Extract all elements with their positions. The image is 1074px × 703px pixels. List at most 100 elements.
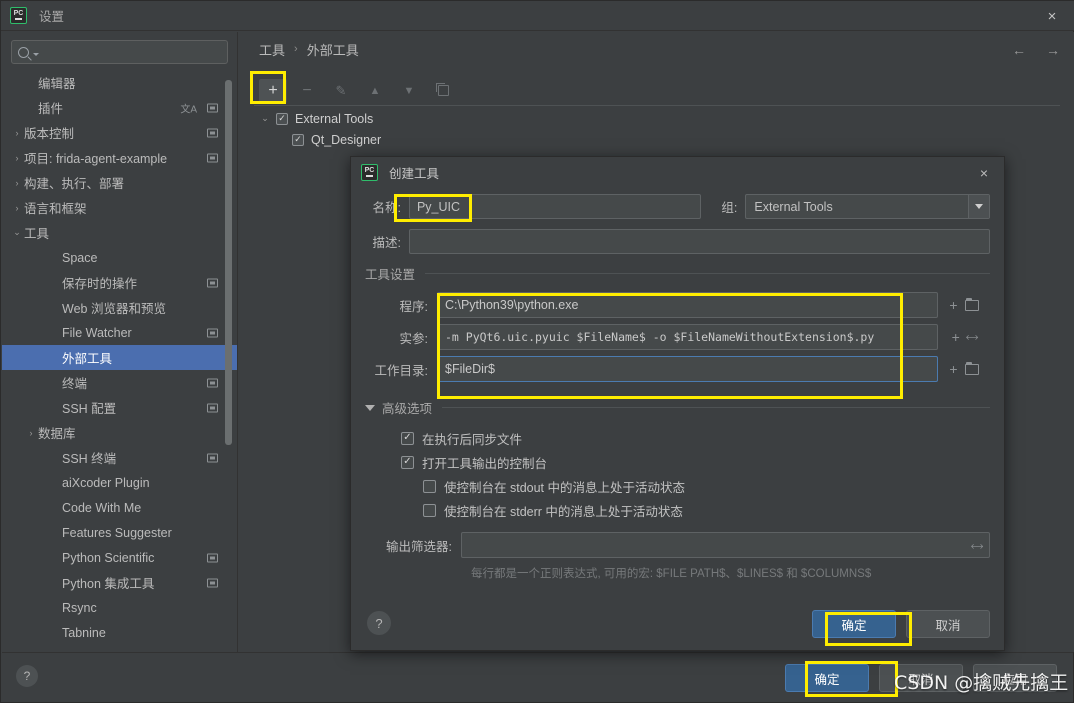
expand-icon[interactable]: ⤢ xyxy=(963,328,981,345)
tools-group-checkbox[interactable]: ✓ xyxy=(276,112,288,125)
description-input[interactable] xyxy=(409,229,990,254)
tool-item-checkbox[interactable]: ✓ xyxy=(292,133,304,146)
copy-settings-icon[interactable] xyxy=(207,403,218,412)
triangle-down-icon[interactable] xyxy=(365,404,375,411)
group-select[interactable]: External Tools xyxy=(745,194,990,219)
sidebar-item-label: 外部工具 xyxy=(62,352,113,366)
program-actions: + xyxy=(938,297,990,313)
sidebar-item-18[interactable]: Features Suggester xyxy=(2,520,237,545)
program-input[interactable]: C:\Python39\python.exe xyxy=(437,292,938,318)
tools-group-row[interactable]: ⌄ ✓ External Tools xyxy=(254,108,1060,129)
sidebar-item-3[interactable]: › 项目: frida-agent-example xyxy=(2,145,237,170)
description-label: 描述: xyxy=(372,236,401,250)
breadcrumb-current: 外部工具 xyxy=(306,42,359,58)
copy-settings-icon[interactable] xyxy=(207,453,218,462)
output-filter-input[interactable]: ⤢ xyxy=(461,532,990,558)
tools-child-row[interactable]: ✓ Qt_Designer xyxy=(254,129,1060,150)
checkbox[interactable]: ✓ xyxy=(423,503,436,517)
sidebar-item-15[interactable]: SSH 终端 xyxy=(2,445,237,470)
description-row: 描述: xyxy=(365,229,990,254)
advanced-legend[interactable]: 高级选项 xyxy=(365,398,990,417)
expand-icon[interactable]: ⤢ xyxy=(968,538,986,555)
sidebar-item-12[interactable]: 终端 xyxy=(2,370,237,395)
chevron-right-icon[interactable]: › xyxy=(10,128,24,138)
advanced-option-2[interactable]: ✓ 使控制台在 stdout 中的消息上处于活动状态 xyxy=(401,474,990,498)
sidebar-item-9[interactable]: Web 浏览器和预览 xyxy=(2,295,237,320)
copy-settings-icon[interactable] xyxy=(207,103,218,112)
sidebar-item-14[interactable]: › 数据库 xyxy=(2,420,237,445)
group-label: 组: xyxy=(721,201,738,215)
copy-settings-icon[interactable] xyxy=(207,153,218,162)
chevron-right-icon[interactable]: › xyxy=(10,203,24,213)
workdir-label: 工作目录: xyxy=(374,363,428,378)
move-down-button[interactable]: ▼ xyxy=(395,79,423,103)
dialog-ok-button[interactable]: 确定 xyxy=(812,610,896,638)
search-input[interactable] xyxy=(11,40,228,64)
copy-settings-icon[interactable] xyxy=(207,553,218,562)
sidebar-item-17[interactable]: Code With Me xyxy=(2,495,237,520)
add-tool-button[interactable]: + xyxy=(259,78,287,103)
breadcrumb-separator: › xyxy=(294,43,298,55)
chevron-down-icon[interactable]: ⌄ xyxy=(10,227,24,238)
chevron-right-icon[interactable]: › xyxy=(10,153,24,163)
sidebar-item-13[interactable]: SSH 配置 xyxy=(2,395,237,420)
sidebar-item-22[interactable]: Tabnine xyxy=(2,620,237,642)
insert-macro-icon[interactable]: + xyxy=(949,361,957,377)
sidebar-item-6[interactable]: ⌄ 工具 xyxy=(2,220,237,245)
copy-settings-icon[interactable] xyxy=(207,278,218,287)
sidebar-item-10[interactable]: File Watcher xyxy=(2,320,237,345)
copy-settings-icon[interactable] xyxy=(207,378,218,387)
sidebar-item-5[interactable]: › 语言和框架 xyxy=(2,195,237,220)
dialog-footer: ? 确定 取消 xyxy=(351,598,1004,650)
folder-icon[interactable] xyxy=(964,297,979,311)
sidebar-item-0[interactable]: 编辑器 xyxy=(2,70,237,95)
dialog-help-button[interactable]: ? xyxy=(367,611,391,635)
chevron-right-icon[interactable]: › xyxy=(10,178,24,188)
help-button[interactable]: ? xyxy=(16,665,38,687)
edit-tool-button[interactable]: ✎ xyxy=(327,79,355,103)
sidebar-item-label: SSH 配置 xyxy=(62,402,117,416)
checkbox[interactable]: ✓ xyxy=(401,431,414,445)
close-icon[interactable]: × xyxy=(1029,1,1074,31)
breadcrumb-parent[interactable]: 工具 xyxy=(259,40,285,59)
folder-icon[interactable] xyxy=(964,361,979,375)
sidebar-scrollbar[interactable] xyxy=(225,80,232,445)
sidebar-item-16[interactable]: aiXcoder Plugin xyxy=(2,470,237,495)
back-icon[interactable]: ← xyxy=(1012,42,1026,58)
chevron-right-icon[interactable]: › xyxy=(24,428,38,438)
chevron-down-icon[interactable] xyxy=(968,195,989,218)
move-up-button[interactable]: ▲ xyxy=(361,79,389,103)
advanced-option-3[interactable]: ✓ 使控制台在 stderr 中的消息上处于活动状态 xyxy=(401,498,990,522)
advanced-option-0[interactable]: ✓ 在执行后同步文件 xyxy=(401,426,990,450)
tool-item-label: Qt_Designer xyxy=(311,132,382,147)
sidebar-item-21[interactable]: Rsync xyxy=(2,595,237,620)
arguments-input[interactable]: -m PyQt6.uic.pyuic $FileName$ -o $FileNa… xyxy=(437,324,938,350)
copy-icon xyxy=(435,83,449,96)
forward-icon[interactable]: → xyxy=(1046,42,1060,58)
advanced-option-1[interactable]: ✓ 打开工具输出的控制台 xyxy=(401,450,990,474)
insert-macro-icon[interactable]: + xyxy=(949,297,957,313)
sidebar-item-19[interactable]: Python Scientific xyxy=(2,545,237,570)
sidebar-item-2[interactable]: › 版本控制 xyxy=(2,120,237,145)
dialog-cancel-button[interactable]: 取消 xyxy=(906,610,990,638)
copy-settings-icon[interactable] xyxy=(207,578,218,587)
copy-settings-icon[interactable] xyxy=(207,328,218,337)
sidebar-item-8[interactable]: 保存时的操作 xyxy=(2,270,237,295)
translate-icon[interactable]: 文A xyxy=(180,100,197,115)
sidebar-item-7[interactable]: Space xyxy=(2,245,237,270)
insert-macro-icon[interactable]: + xyxy=(952,329,960,345)
checkbox[interactable]: ✓ xyxy=(401,455,414,469)
sidebar-item-4[interactable]: › 构建、执行、部署 xyxy=(2,170,237,195)
remove-tool-button[interactable]: − xyxy=(293,79,321,103)
sidebar-item-1[interactable]: 插件 文A xyxy=(2,95,237,120)
settings-ok-button[interactable]: 确定 xyxy=(785,664,869,692)
dialog-close-icon[interactable]: × xyxy=(964,157,1004,188)
workdir-input[interactable]: $FileDir$ xyxy=(437,356,938,382)
copy-tool-button[interactable] xyxy=(429,79,457,103)
checkbox[interactable]: ✓ xyxy=(423,479,436,493)
sidebar-item-11[interactable]: 外部工具 xyxy=(2,345,237,370)
copy-settings-icon[interactable] xyxy=(207,128,218,137)
sidebar-item-20[interactable]: Python 集成工具 xyxy=(2,570,237,595)
name-input[interactable]: Py_UIC xyxy=(408,194,702,219)
chevron-down-icon[interactable]: ⌄ xyxy=(254,113,276,124)
